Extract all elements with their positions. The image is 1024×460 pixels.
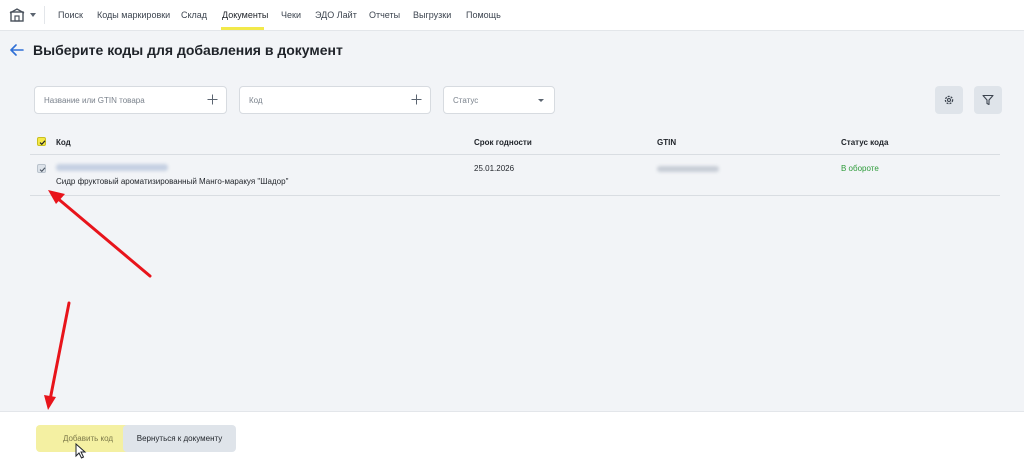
row-checkbox[interactable] bbox=[37, 164, 46, 173]
expiry-date: 25.01.2026 bbox=[474, 164, 515, 173]
top-navigation: Поиск Коды маркировки Склад Документы Че… bbox=[0, 0, 1024, 31]
nav-item-marking-codes[interactable]: Коды маркировки bbox=[97, 10, 170, 20]
filter-button[interactable] bbox=[974, 86, 1002, 114]
checkmark-icon bbox=[39, 167, 46, 173]
status-filter-select[interactable]: Статус bbox=[443, 86, 555, 114]
active-tab-indicator bbox=[221, 27, 264, 30]
page-title: Выберите коды для добавления в документ bbox=[33, 42, 343, 58]
nav-item-help[interactable]: Помощь bbox=[466, 10, 501, 20]
plus-icon[interactable] bbox=[207, 94, 218, 105]
marking-code-redacted bbox=[56, 164, 168, 171]
name-gtin-placeholder: Название или GTIN товара bbox=[44, 96, 145, 105]
return-to-document-button[interactable]: Вернуться к документу bbox=[123, 425, 236, 452]
nav-item-warehouse[interactable]: Склад bbox=[181, 10, 207, 20]
nav-item-reports[interactable]: Отчеты bbox=[369, 10, 400, 20]
nav-divider bbox=[44, 6, 45, 24]
column-header-code[interactable]: Код bbox=[56, 138, 71, 147]
gtin-redacted bbox=[657, 166, 719, 172]
select-all-checkbox[interactable] bbox=[37, 137, 46, 146]
gear-icon bbox=[944, 95, 954, 105]
name-gtin-filter-input[interactable]: Название или GTIN товара bbox=[34, 86, 227, 114]
arrow-left-icon[interactable] bbox=[10, 44, 24, 56]
product-name: Сидр фруктовый ароматизированный Манго-м… bbox=[56, 177, 289, 186]
table-header: Код Срок годности GTIN Статус кода bbox=[30, 130, 1000, 155]
code-filter-input[interactable]: Код bbox=[239, 86, 431, 114]
chevron-down-icon[interactable] bbox=[30, 13, 36, 17]
checkmark-icon bbox=[39, 140, 46, 146]
status-badge: В обороте bbox=[841, 164, 879, 173]
footer-bar: Добавить код Вернуться к документу bbox=[0, 411, 1024, 460]
chevron-down-icon bbox=[538, 99, 544, 102]
column-header-gtin[interactable]: GTIN bbox=[657, 138, 676, 147]
plus-icon[interactable] bbox=[411, 94, 422, 105]
settings-button[interactable] bbox=[935, 86, 963, 114]
nav-item-exports[interactable]: Выгрузки bbox=[413, 10, 451, 20]
annotation-arrow-checkbox bbox=[48, 190, 152, 278]
table-row[interactable]: Сидр фруктовый ароматизированный Манго-м… bbox=[30, 155, 1000, 196]
mouse-cursor-icon bbox=[75, 443, 87, 459]
funnel-icon bbox=[982, 94, 994, 106]
nav-item-edo-lite[interactable]: ЭДО Лайт bbox=[315, 10, 357, 20]
nav-item-search[interactable]: Поиск bbox=[58, 10, 83, 20]
nav-item-receipts[interactable]: Чеки bbox=[281, 10, 301, 20]
nav-item-documents[interactable]: Документы bbox=[222, 10, 268, 20]
warehouse-icon[interactable] bbox=[9, 7, 25, 23]
column-header-status[interactable]: Статус кода bbox=[841, 138, 888, 147]
annotation-arrows bbox=[44, 190, 152, 410]
column-header-expiry[interactable]: Срок годности bbox=[474, 138, 532, 147]
annotation-arrow-add-button bbox=[44, 301, 71, 410]
status-placeholder: Статус bbox=[453, 96, 479, 105]
code-placeholder: Код bbox=[249, 96, 263, 105]
